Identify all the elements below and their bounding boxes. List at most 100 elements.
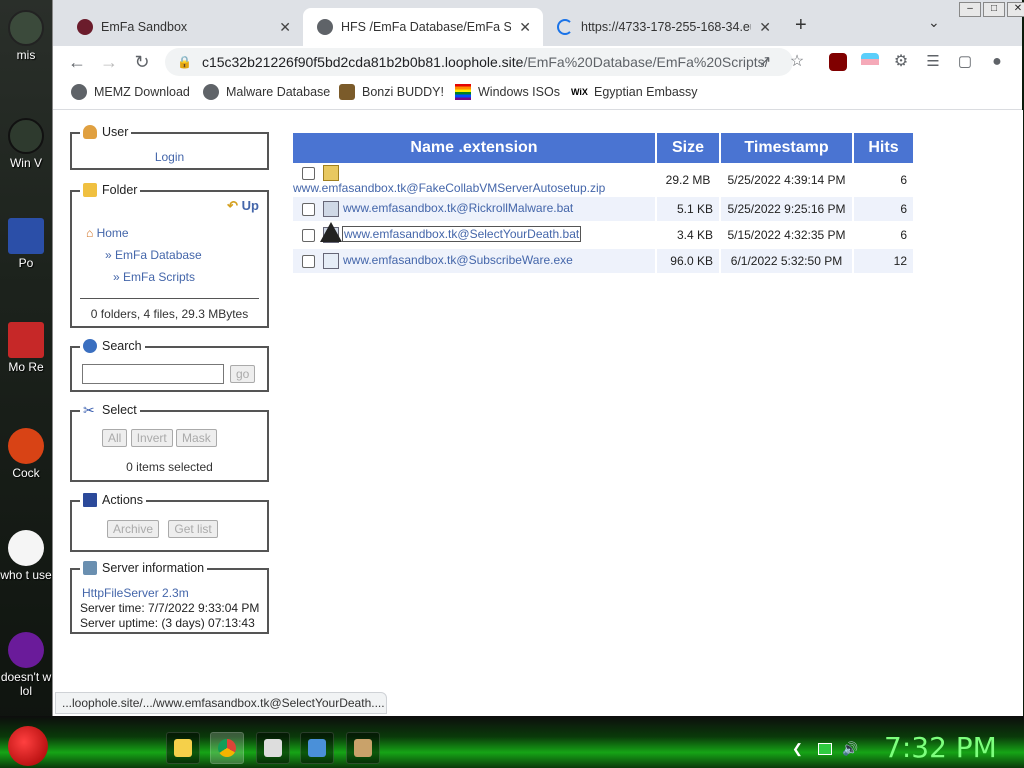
maximize-button[interactable]: □	[983, 2, 1005, 17]
tab-search-button[interactable]: ⌄	[928, 14, 940, 31]
home-icon: ⌂	[86, 226, 94, 240]
tab-emfa-sandbox[interactable]: EmFa Sandbox ✕	[63, 8, 303, 46]
link-status-bar: ...loophole.site/.../www.emfasandbox.tk@…	[55, 692, 387, 714]
extensions-puzzle-icon[interactable]: ⚙	[889, 52, 913, 72]
taskbar-app-4[interactable]	[300, 732, 334, 764]
breadcrumb-emfa-scripts[interactable]: » EmFa Scripts	[113, 270, 195, 284]
bookmark-label: Windows ISOs	[478, 85, 560, 99]
row-checkbox[interactable]	[302, 228, 315, 242]
column-header-size[interactable]: Size	[657, 133, 719, 163]
panel-legend: User	[80, 125, 132, 139]
desktop-icon-cock[interactable]: Cock	[0, 428, 52, 480]
server-uptime: Server uptime: (3 days) 07:13:43	[80, 616, 255, 630]
desktop-icon-label: doesn't w lol	[0, 670, 52, 698]
close-icon[interactable]: ✕	[279, 19, 291, 36]
bookmark-bonzi[interactable]: Bonzi BUDDY!	[339, 84, 444, 100]
taskbar-clock[interactable]: 7:32 PM	[884, 731, 997, 764]
lock-icon: 🔒	[177, 55, 192, 69]
bookmark-windows-isos[interactable]: Windows ISOs	[455, 84, 560, 100]
desktop-icon-mis[interactable]: mis	[0, 10, 52, 62]
tray-network-icon[interactable]	[818, 743, 832, 755]
reload-button[interactable]: ↻	[130, 52, 154, 72]
bat-file-icon	[323, 201, 339, 217]
side-panel-icon[interactable]: ▢	[953, 52, 977, 72]
tray-volume-icon[interactable]: 🔊	[842, 741, 858, 757]
desktop-icon-yahoo[interactable]: doesn't w lol	[0, 632, 52, 698]
server-time: Server time: 7/7/2022 9:33:04 PM	[80, 601, 260, 615]
panel-legend: Actions	[80, 493, 146, 507]
taskbar-app-3[interactable]	[256, 732, 290, 764]
archive-button[interactable]: Archive	[107, 520, 160, 538]
back-button[interactable]: ←	[65, 52, 89, 72]
wix-icon: WiX	[571, 87, 588, 97]
bookmark-label: Bonzi BUDDY!	[362, 85, 444, 99]
zip-file-icon	[323, 165, 339, 181]
file-size: 5.1 KB	[657, 197, 719, 221]
new-tab-button[interactable]: +	[795, 14, 807, 37]
share-icon[interactable]: ↗	[753, 52, 777, 72]
cursor-icon	[320, 222, 342, 242]
file-link[interactable]: www.emfasandbox.tk@RickrollMalware.bat	[343, 201, 573, 215]
file-hits: 6	[854, 165, 913, 195]
column-header-hits[interactable]: Hits	[854, 133, 913, 163]
login-link[interactable]: Login	[155, 150, 184, 164]
file-link[interactable]: www.emfasandbox.tk@SelectYourDeath.bat	[341, 226, 582, 243]
panel-legend: Server information	[80, 561, 208, 575]
tab-hfs[interactable]: HFS /EmFa Database/EmFa Scripts/ ✕	[303, 8, 543, 46]
ublock-icon[interactable]	[829, 53, 847, 71]
select-all-button[interactable]: All	[102, 429, 128, 447]
row-checkbox[interactable]	[302, 166, 315, 180]
search-panel: Search go	[70, 339, 269, 392]
desktop-icon-win[interactable]: Win V	[0, 118, 52, 170]
desktop-icon-who[interactable]: who t use	[0, 530, 52, 582]
desktop-icon-po[interactable]: Po	[0, 218, 52, 270]
home-link[interactable]: ⌂ Home	[86, 226, 129, 240]
app-icon	[8, 322, 44, 358]
search-input[interactable]	[82, 364, 224, 384]
minimize-button[interactable]: –	[959, 2, 981, 17]
close-icon[interactable]: ✕	[519, 19, 531, 36]
bookmark-label: Malware Database	[226, 85, 331, 99]
bookmark-malware-database[interactable]: Malware Database	[203, 84, 330, 100]
table-row: www.emfasandbox.tk@RickrollMalware.bat 5…	[293, 197, 913, 221]
breadcrumb-emfa-database[interactable]: » EmFa Database	[105, 248, 202, 262]
go-button[interactable]: go	[230, 365, 256, 383]
user-panel: User Login	[70, 125, 269, 170]
user-icon	[83, 125, 97, 139]
desktop-icon-mo[interactable]: Mo Re	[0, 322, 52, 374]
media-queue-icon[interactable]: ☰	[921, 52, 945, 72]
taskbar-chrome[interactable]	[210, 732, 244, 764]
profile-avatar-icon[interactable]: ●	[985, 52, 1009, 72]
taskbar-app-5[interactable]	[346, 732, 380, 764]
start-button-angry-bird-icon[interactable]	[8, 726, 48, 766]
file-link[interactable]: www.emfasandbox.tk@SubscribeWare.exe	[343, 253, 573, 267]
close-icon[interactable]: ✕	[759, 19, 771, 36]
mask-button[interactable]: Mask	[176, 429, 217, 447]
file-link[interactable]: www.emfasandbox.tk@FakeCollabVMServerAut…	[293, 181, 605, 195]
column-header-timestamp[interactable]: Timestamp	[721, 133, 852, 163]
close-window-button[interactable]: ✕	[1007, 2, 1024, 17]
forward-button[interactable]: →	[97, 52, 121, 72]
invert-button[interactable]: Invert	[130, 429, 173, 447]
tray-chevron-icon[interactable]: ❮	[792, 741, 803, 757]
extension-flag-icon[interactable]	[861, 53, 879, 71]
tab-ngrok[interactable]: https://4733-178-255-168-34.eu.ngrok.io …	[543, 8, 783, 46]
bookmark-memz[interactable]: MEMZ Download	[71, 84, 190, 100]
bookmark-egyptian-embassy[interactable]: WiX Egyptian Embassy	[571, 84, 698, 100]
get-list-button[interactable]: Get list	[168, 520, 218, 538]
divider	[80, 298, 259, 299]
bookmark-star-icon[interactable]: ☆	[785, 52, 809, 72]
select-panel: ✂ Select All Invert Mask 0 items selecte…	[70, 403, 269, 482]
file-hits: 12	[854, 249, 913, 273]
hfs-version-link[interactable]: HttpFileServer 2.3m	[82, 586, 189, 600]
user-legend-label: User	[102, 125, 129, 139]
floppy-disk-icon	[83, 493, 97, 507]
up-button[interactable]: ↶ Up	[227, 198, 259, 214]
table-header-row: Name .extension Size Timestamp Hits	[293, 133, 913, 163]
row-checkbox[interactable]	[302, 202, 315, 216]
address-bar[interactable]: 🔒 c15c32b21226f90f5bd2cda81b2b0b81.looph…	[165, 48, 793, 76]
row-checkbox[interactable]	[302, 254, 315, 268]
taskbar-file-explorer[interactable]	[166, 732, 200, 764]
column-header-name[interactable]: Name .extension	[293, 133, 655, 163]
app-icon	[8, 10, 44, 46]
